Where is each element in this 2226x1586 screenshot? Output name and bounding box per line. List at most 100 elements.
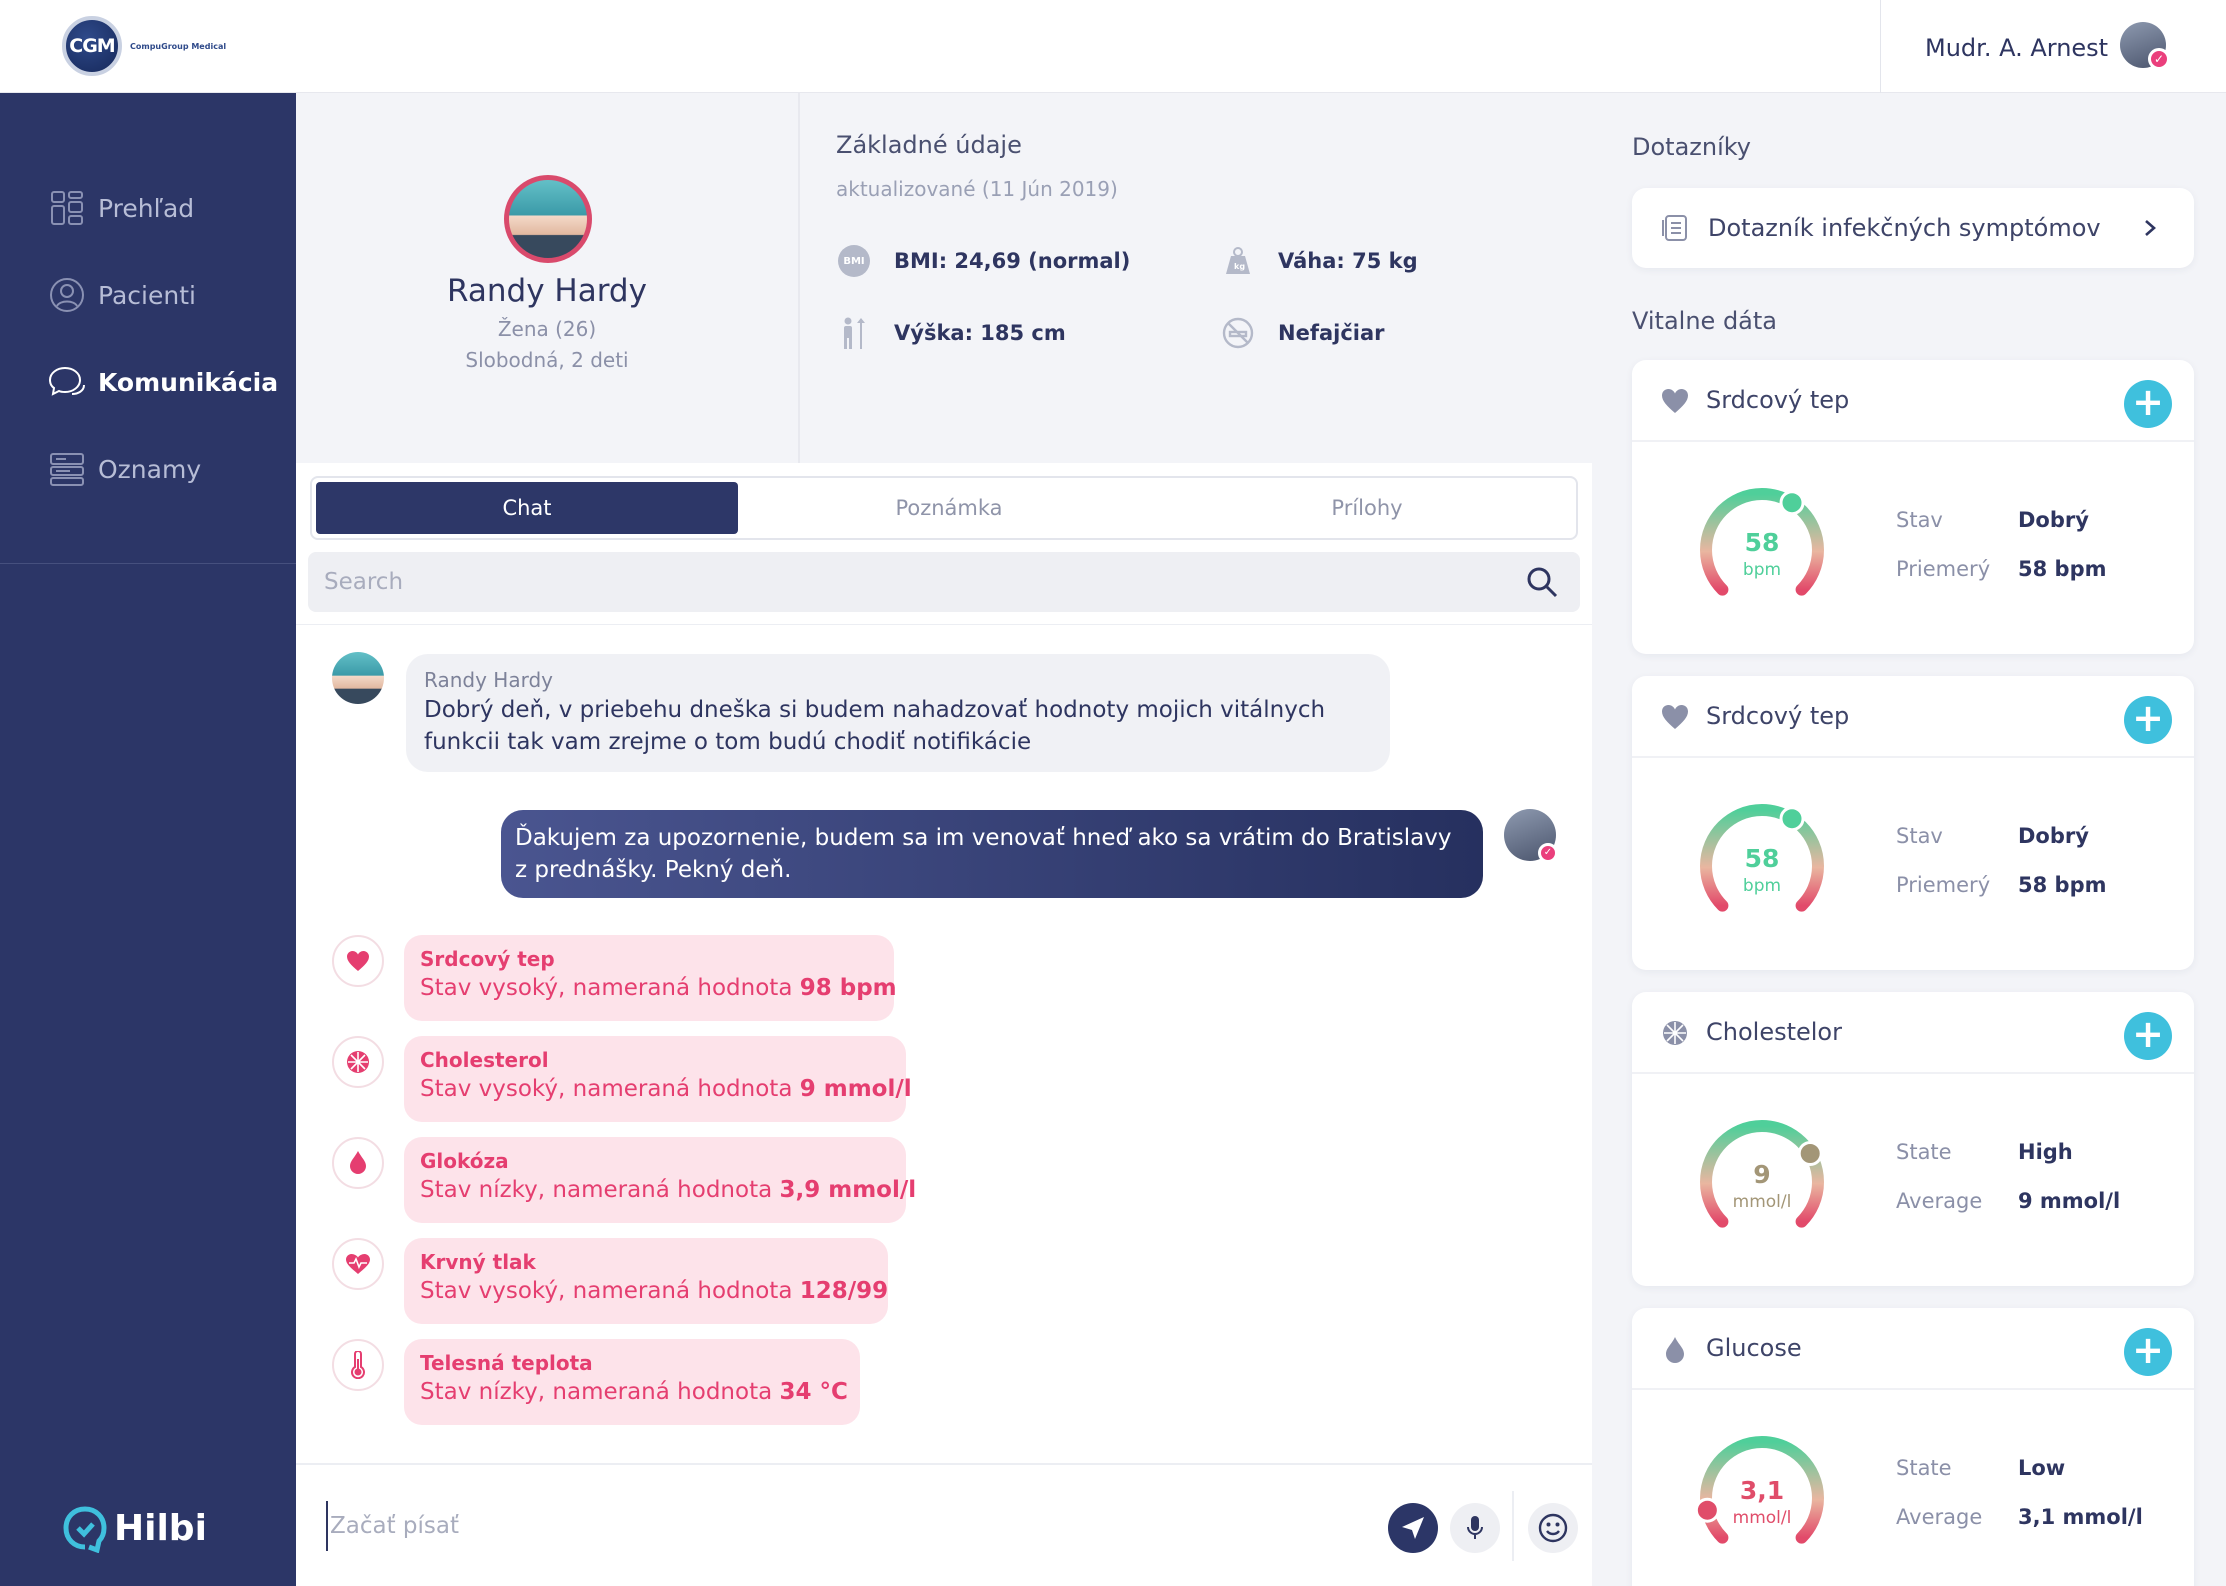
patients-icon bbox=[48, 276, 86, 314]
vital-unit: mmol/l bbox=[1732, 1508, 1792, 1528]
sidebar-item-oznamy[interactable]: Oznamy bbox=[48, 450, 201, 488]
sidebar-item-label: Prehľad bbox=[98, 193, 195, 223]
vital-state-label: State bbox=[1896, 1456, 1952, 1480]
heart-icon bbox=[332, 935, 384, 987]
vital-card: Srdcový tep +58 bpm Stav Dobrý Priemerý 58 bpm bbox=[1632, 360, 2194, 654]
alert-heart-rate[interactable]: Srdcový tep Stav vysoký, nameraná hodnot… bbox=[404, 935, 897, 1021]
outgoing-message: Ďakujem za upozornenie, budem sa im veno… bbox=[501, 810, 1483, 898]
user-name[interactable]: Mudr. A. Arnest bbox=[1925, 34, 2108, 62]
weight-value: Váha: 75 kg bbox=[1278, 249, 1418, 273]
patient-avatar[interactable] bbox=[504, 175, 592, 263]
user-avatar[interactable]: ✓ bbox=[2120, 22, 2170, 70]
vital-title: Srdcový tep bbox=[1706, 702, 1850, 730]
vital-state-value: Dobrý bbox=[2018, 824, 2089, 848]
alert-title: Srdcový tep bbox=[420, 947, 555, 971]
vital-card-header: Srdcový tep + bbox=[1632, 676, 2194, 758]
sidebar-item-prehlad[interactable]: Prehľad bbox=[48, 189, 194, 227]
verified-check-icon: ✓ bbox=[1538, 843, 1558, 863]
alert-title: Krvný tlak bbox=[420, 1250, 536, 1274]
cgm-logo[interactable]: CGM CompuGroup Medical bbox=[62, 16, 226, 76]
weight-icon: kg bbox=[1220, 243, 1256, 279]
alert-cholesterol[interactable]: Cholesterol Stav vysoký, nameraná hodnot… bbox=[404, 1036, 912, 1122]
vital-state-value: Dobrý bbox=[2018, 508, 2089, 532]
heart-icon bbox=[1662, 705, 1688, 729]
add-button[interactable]: + bbox=[2124, 696, 2172, 744]
announcements-icon bbox=[48, 450, 86, 488]
alert-value: 9 mmol/l bbox=[799, 1076, 912, 1102]
add-button[interactable]: + bbox=[2124, 380, 2172, 428]
chat-panel: Chat Poznámka Prílohy Randy Hardy Dobrý … bbox=[296, 463, 1592, 1586]
vital-average-label: Priemerý bbox=[1896, 873, 1991, 897]
bmi-item: BMI BMI: 24,69 (normal) bbox=[836, 243, 1130, 279]
bmi-icon: BMI bbox=[838, 245, 870, 277]
composer-divider bbox=[1512, 1491, 1514, 1561]
vital-unit: bpm bbox=[1742, 560, 1782, 580]
alert-glucose[interactable]: Glokóza Stav nízky, nameraná hodnota 3,9… bbox=[404, 1137, 916, 1223]
vital-average-label: Average bbox=[1896, 1505, 1983, 1529]
alert-body-temperature[interactable]: Telesná teplota Stav nízky, nameraná hod… bbox=[404, 1339, 860, 1425]
incoming-message: Randy Hardy Dobrý deň, v priebehu dneška… bbox=[406, 654, 1390, 772]
alert-title: Cholesterol bbox=[420, 1048, 549, 1072]
hilbi-mark-icon bbox=[63, 1506, 107, 1553]
document-list-icon bbox=[1662, 215, 1687, 241]
alert-text: Stav vysoký, nameraná hodnota bbox=[420, 975, 793, 1001]
microphone-button[interactable] bbox=[1450, 1503, 1500, 1553]
vital-average-label: Average bbox=[1896, 1189, 1983, 1213]
vital-average-value: 9 mmol/l bbox=[2018, 1189, 2121, 1213]
sidebar-item-label: Komunikácia bbox=[98, 367, 279, 397]
vital-card: Srdcový tep +58 bpm Stav Dobrý Priemerý 58 bpm bbox=[1632, 676, 2194, 970]
vital-card: Cholestelor +9 mmol/l State High Average 9 mmo… bbox=[1632, 992, 2194, 1286]
tab-prilohy[interactable]: Prílohy bbox=[1160, 482, 1574, 534]
search-input[interactable] bbox=[324, 552, 1504, 612]
sidebar-item-label: Pacienti bbox=[98, 280, 196, 310]
alert-blood-pressure[interactable]: Krvný tlak Stav vysoký, nameraná hodnota… bbox=[404, 1238, 888, 1324]
alert-value: 3,9 mmol/l bbox=[779, 1177, 917, 1203]
patient-gender-age: Žena (26) bbox=[497, 317, 597, 341]
hilbi-logo: Hilbi bbox=[60, 1503, 207, 1553]
search-icon[interactable] bbox=[1526, 566, 1558, 598]
vital-average-value: 58 bpm bbox=[2018, 557, 2107, 581]
basic-data-updated: aktualizované (11 Jún 2019) bbox=[836, 177, 1118, 201]
vital-average-value: 3,1 mmol/l bbox=[2018, 1505, 2143, 1529]
tab-chat[interactable]: Chat bbox=[316, 482, 738, 534]
chat-bubbles-icon bbox=[48, 363, 86, 401]
svg-text:kg: kg bbox=[1234, 262, 1245, 271]
emoji-button[interactable] bbox=[1528, 1503, 1578, 1553]
vital-title: Cholestelor bbox=[1706, 1018, 1842, 1046]
vital-average-label: Priemerý bbox=[1896, 557, 1991, 581]
bmi-value: BMI: 24,69 (normal) bbox=[894, 249, 1131, 273]
vital-card: Glucose +3,1 mmol/l State Low Average 3,1 mmol… bbox=[1632, 1308, 2194, 1586]
vital-unit: mmol/l bbox=[1732, 1192, 1792, 1212]
vital-state-label: Stav bbox=[1896, 824, 1943, 848]
cholesterol-icon bbox=[332, 1036, 384, 1088]
tab-bar: Chat Poznámka Prílohy bbox=[310, 476, 1578, 540]
logo-subtext: CompuGroup Medical bbox=[130, 41, 227, 51]
vital-average-value: 58 bpm bbox=[2018, 873, 2107, 897]
no-smoking-icon bbox=[1220, 315, 1256, 351]
basic-data-title: Základné údaje bbox=[836, 131, 1022, 159]
tab-poznamka[interactable]: Poznámka bbox=[738, 482, 1160, 534]
search-bar bbox=[308, 552, 1580, 612]
sidebar-item-komunikacia[interactable]: Komunikácia bbox=[48, 363, 278, 401]
questionnaire-item[interactable]: Dotazník infekčných symptómov bbox=[1632, 188, 2194, 268]
questionnaire-label: Dotazník infekčných symptómov bbox=[1708, 214, 2101, 242]
sidebar-item-pacienti[interactable]: Pacienti bbox=[48, 276, 196, 314]
alert-text: Stav nízky, nameraná hodnota bbox=[420, 1379, 773, 1405]
add-button[interactable]: + bbox=[2124, 1012, 2172, 1060]
questionnaires-title: Dotazníky bbox=[1632, 133, 1752, 161]
send-button[interactable] bbox=[1388, 1503, 1438, 1553]
basic-data-panel: Základné údaje aktualizované (11 Jún 201… bbox=[800, 93, 1592, 463]
message-input[interactable] bbox=[326, 1501, 1326, 1551]
vitals-title: Vitalne dáta bbox=[1632, 307, 1778, 335]
vital-card-header: Srdcový tep + bbox=[1632, 360, 2194, 442]
logo-mark: CGM bbox=[62, 16, 122, 76]
height-value: Výška: 185 cm bbox=[894, 321, 1066, 345]
gauge-knob bbox=[1779, 806, 1805, 832]
vital-state-value: High bbox=[2018, 1140, 2073, 1164]
emoji-icon bbox=[1538, 1513, 1568, 1543]
sidebar-item-label: Oznamy bbox=[98, 454, 202, 484]
alert-text: Stav nízky, nameraná hodnota bbox=[420, 1177, 773, 1203]
drop-icon bbox=[332, 1137, 384, 1189]
logo-text: CGM bbox=[69, 35, 115, 57]
add-button[interactable]: + bbox=[2124, 1328, 2172, 1376]
